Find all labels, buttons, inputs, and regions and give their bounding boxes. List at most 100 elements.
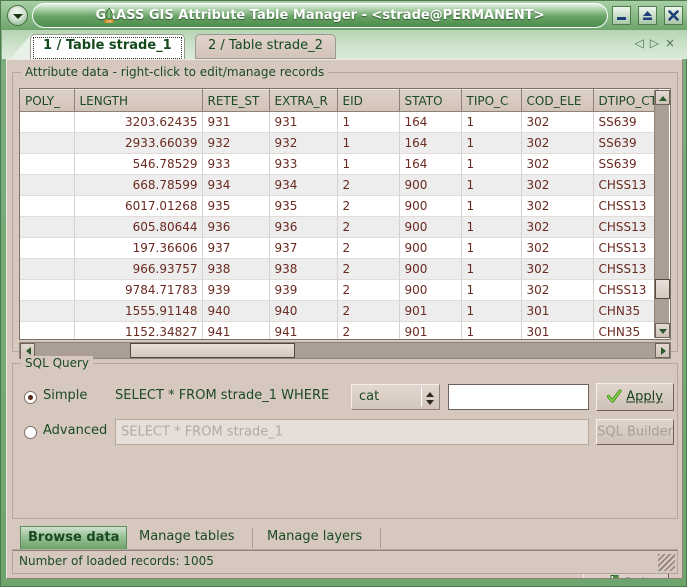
table-cell[interactable]: 1555.91148 (74, 300, 203, 322)
table-cell[interactable]: 901 (399, 321, 462, 339)
table-cell[interactable]: 2 (337, 237, 400, 259)
table-cell[interactable]: 302 (521, 258, 594, 280)
table-cell[interactable]: 668.78599 (74, 174, 203, 196)
maximize-icon[interactable] (638, 6, 658, 25)
table-cell[interactable]: 1 (461, 300, 522, 322)
table-cell[interactable]: 1 (461, 111, 522, 133)
sql-advanced-input[interactable]: SELECT * FROM strade_1 (115, 419, 589, 445)
column-select[interactable]: cat (351, 384, 440, 410)
column-header-length[interactable]: LENGTH (74, 89, 203, 112)
table-row[interactable]: 546.78529 933 933 1 164 1 302 SS639 (20, 153, 658, 175)
table-row[interactable]: 1152.34827 941 941 2 901 1 301 CHN35 (20, 321, 658, 339)
table-cell[interactable]: 164 (399, 153, 462, 175)
table-cell[interactable]: 936 (202, 216, 270, 238)
table-cell[interactable]: 1 (461, 237, 522, 259)
horizontal-scroll-thumb[interactable] (130, 343, 295, 358)
table-cell[interactable]: 2 (337, 300, 400, 322)
table-cell[interactable]: 900 (399, 174, 462, 196)
sql-builder-button[interactable]: SQL Builder (596, 419, 674, 445)
column-header-stato[interactable]: STATO (399, 89, 462, 112)
table-cell[interactable]: 939 (269, 279, 338, 301)
apply-button[interactable]: Apply (596, 383, 674, 411)
table-cell[interactable] (20, 258, 75, 280)
table-cell[interactable] (20, 111, 75, 133)
table-cell[interactable]: 1 (337, 111, 400, 133)
tab-next-icon[interactable]: ▷ (650, 36, 665, 50)
tab-close-icon[interactable]: × (665, 36, 681, 50)
table-row[interactable]: 966.93757 938 938 2 900 1 302 CHSS13 (20, 258, 658, 280)
table-cell[interactable]: 2 (337, 321, 400, 339)
table-row[interactable]: 668.78599 934 934 2 900 1 302 CHSS13 (20, 174, 658, 196)
table-cell[interactable]: 1 (461, 279, 522, 301)
table-cell[interactable]: 1 (461, 153, 522, 175)
column-header-extra-r[interactable]: EXTRA_R (269, 89, 338, 112)
radio-simple[interactable] (24, 391, 37, 404)
table-cell[interactable]: 2 (337, 279, 400, 301)
table-cell[interactable]: 302 (521, 216, 594, 238)
table-horizontal-scrollbar[interactable] (19, 342, 671, 359)
table-cell[interactable]: 935 (202, 195, 270, 217)
table-cell[interactable]: 938 (269, 258, 338, 280)
table-cell[interactable]: 301 (521, 321, 594, 339)
scroll-down-button[interactable] (655, 323, 670, 338)
sql-value-input[interactable] (448, 384, 589, 410)
table-cell[interactable]: CHN35 (593, 300, 658, 322)
table-row[interactable]: 197.36606 937 937 2 900 1 302 CHSS13 (20, 237, 658, 259)
attribute-table[interactable]: POLY_ LENGTH RETE_ST EXTRA_R EID STATO T… (19, 88, 671, 340)
table-cell[interactable]: CHSS13 (593, 237, 658, 259)
column-header-rete-st[interactable]: RETE_ST (202, 89, 270, 112)
table-cell[interactable] (20, 279, 75, 301)
vertical-scroll-thumb[interactable] (655, 279, 670, 299)
table-cell[interactable]: CHSS13 (593, 195, 658, 217)
table-row[interactable]: 605.80644 936 936 2 900 1 302 CHSS13 (20, 216, 658, 238)
spinner-up-icon[interactable] (426, 392, 434, 397)
scroll-right-button[interactable] (655, 343, 670, 358)
table-cell[interactable]: 938 (202, 258, 270, 280)
table-cell[interactable]: 966.93757 (74, 258, 203, 280)
table-cell[interactable]: 933 (269, 153, 338, 175)
table-cell[interactable]: 302 (521, 111, 594, 133)
table-cell[interactable]: 1 (337, 132, 400, 154)
table-cell[interactable] (20, 321, 75, 339)
tab-table-strade-2[interactable]: 2 / Table strade_2 (195, 34, 336, 59)
table-cell[interactable]: 1 (337, 153, 400, 175)
table-cell[interactable]: 9784.71783 (74, 279, 203, 301)
table-cell[interactable]: 302 (521, 237, 594, 259)
table-cell[interactable]: 901 (399, 300, 462, 322)
column-header-eid[interactable]: EID (337, 89, 400, 112)
table-cell[interactable]: CHSS13 (593, 258, 658, 280)
resize-grip-icon[interactable] (658, 554, 675, 571)
table-cell[interactable] (20, 216, 75, 238)
table-cell[interactable]: 1 (461, 132, 522, 154)
table-cell[interactable]: CHN35 (593, 321, 658, 339)
table-row[interactable]: 2933.66039 932 932 1 164 1 302 SS639 (20, 132, 658, 154)
table-vertical-scrollbar[interactable] (654, 90, 670, 338)
table-cell[interactable]: SS639 (593, 132, 658, 154)
table-cell[interactable]: 197.36606 (74, 237, 203, 259)
table-cell[interactable]: 302 (521, 153, 594, 175)
table-row[interactable]: 1555.91148 940 940 2 901 1 301 CHN35 (20, 300, 658, 322)
table-cell[interactable]: 940 (269, 300, 338, 322)
minimize-icon[interactable] (612, 6, 632, 25)
scroll-up-button[interactable] (655, 90, 670, 105)
table-cell[interactable]: 2 (337, 174, 400, 196)
table-cell[interactable]: 932 (269, 132, 338, 154)
table-cell[interactable]: 6017.01268 (74, 195, 203, 217)
table-cell[interactable] (20, 195, 75, 217)
table-cell[interactable]: SS639 (593, 153, 658, 175)
table-cell[interactable]: 937 (202, 237, 270, 259)
radio-advanced[interactable] (24, 426, 37, 439)
table-cell[interactable]: 164 (399, 132, 462, 154)
table-cell[interactable]: 302 (521, 174, 594, 196)
tab-prev-icon[interactable]: ◁ (634, 36, 649, 50)
table-cell[interactable]: 900 (399, 216, 462, 238)
table-cell[interactable]: 2 (337, 195, 400, 217)
column-header-poly[interactable]: POLY_ (20, 89, 75, 112)
table-cell[interactable]: 935 (269, 195, 338, 217)
table-row[interactable]: 3203.62435 931 931 1 164 1 302 SS639 (20, 111, 658, 133)
table-cell[interactable]: 934 (202, 174, 270, 196)
table-cell[interactable]: 302 (521, 279, 594, 301)
table-cell[interactable]: 900 (399, 195, 462, 217)
table-cell[interactable]: 546.78529 (74, 153, 203, 175)
close-icon[interactable] (664, 6, 683, 25)
